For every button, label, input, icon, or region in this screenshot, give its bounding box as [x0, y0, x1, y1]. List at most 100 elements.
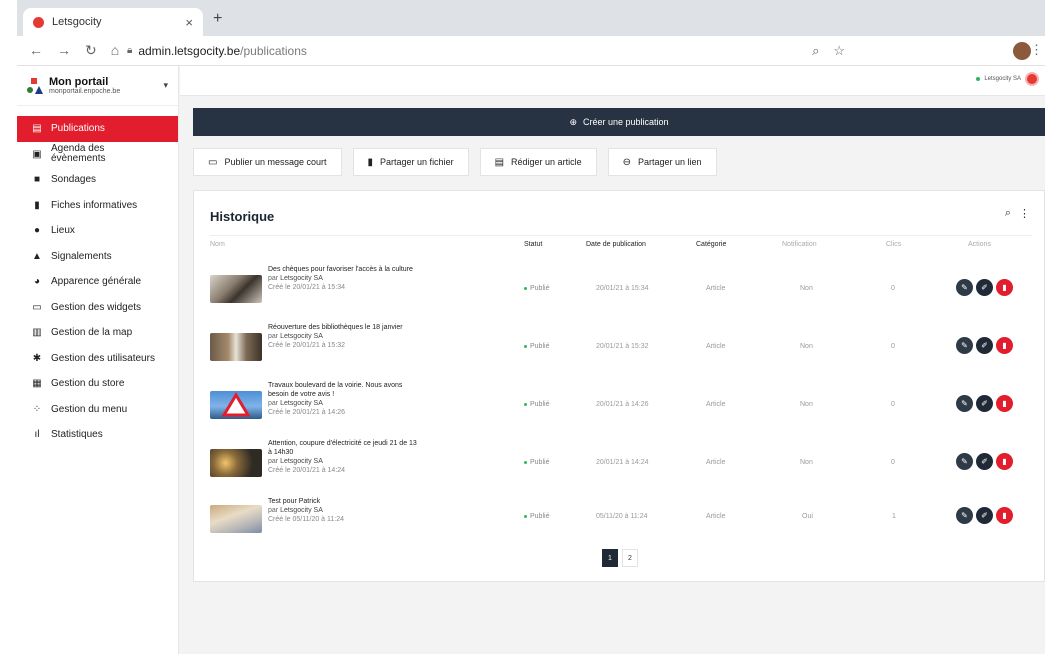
calendar-icon: ▣ — [32, 148, 42, 160]
row-clicks: 0 — [891, 401, 895, 408]
reload-icon[interactable]: ↻ — [85, 42, 97, 59]
create-publication-button[interactable]: ⊕ Créer une publication — [193, 108, 1045, 136]
table-row[interactable]: Des chèques pour favoriser l'accès à la … — [210, 265, 1032, 323]
sidebar-item-agenda[interactable]: ▣ Agenda des évènements — [17, 142, 178, 168]
sidebar-item-label: Apparence générale — [51, 276, 142, 288]
store-icon: ▦ — [32, 378, 42, 390]
pen-button[interactable]: ✐ — [976, 395, 993, 412]
address-bar[interactable]: 🔒︎ admin.letsgocity.be/publications — [127, 44, 812, 58]
sidebar-item-statistiques[interactable]: ıl Statistiques — [17, 422, 178, 448]
table-row[interactable]: Test pour Patrick par Letsgocity SA Créé… — [210, 497, 1032, 555]
share-file-button[interactable]: ▮ Partager un fichier — [352, 148, 469, 176]
table-row[interactable]: Réouverture des bibliothèques le 18 janv… — [210, 323, 1032, 381]
delete-button[interactable]: ▮ — [996, 395, 1013, 412]
row-author-prefix: par — [268, 333, 279, 340]
browser-tabbar: Letsgocity × + — [17, 0, 1045, 36]
sidebar-item-fiches[interactable]: ▮ Fiches informatives — [17, 193, 178, 219]
row-title[interactable]: Attention, coupure d'électricité ce jeud… — [268, 439, 418, 457]
profile-avatar[interactable] — [1013, 42, 1031, 60]
warning-icon: ▲ — [32, 250, 42, 262]
row-author-prefix: par — [268, 400, 279, 407]
sidebar-item-lieux[interactable]: ● Lieux — [17, 218, 178, 244]
sidebar-item-publications[interactable]: ▤ Publications — [17, 116, 178, 142]
delete-button[interactable]: ▮ — [996, 279, 1013, 296]
sidebar-item-menu[interactable]: ⁘ Gestion du menu — [17, 397, 178, 423]
widget-icon: ▭ — [32, 301, 42, 313]
page-1-button[interactable]: 1 — [602, 549, 618, 567]
sidebar-item-store[interactable]: ▦ Gestion du store — [17, 371, 178, 397]
pen-button[interactable]: ✐ — [976, 453, 993, 470]
share-link-button[interactable]: ⊖ Partager un lien — [607, 148, 717, 176]
account-menu[interactable]: Letsgocity SA — [976, 72, 1039, 86]
write-article-button[interactable]: ▤ Rédiger un article — [479, 148, 597, 176]
status-dot-icon — [524, 344, 527, 348]
row-created: Créé le 05/11/20 à 11:24 — [268, 516, 345, 523]
col-category: Catégorie — [696, 241, 727, 248]
article-icon: ▤ — [494, 156, 505, 168]
sidebar-item-label: Signalements — [51, 250, 112, 262]
col-name: Nom — [210, 241, 225, 248]
row-title[interactable]: Réouverture des bibliothèques le 18 janv… — [268, 323, 418, 332]
sidebar-item-widgets[interactable]: ▭ Gestion des widgets — [17, 295, 178, 321]
quick-actions: ▭ Publier un message court ▮ Partager un f… — [193, 148, 717, 176]
row-title[interactable]: Travaux boulevard de la voirie. Nous avo… — [268, 381, 418, 399]
sidebar-item-map[interactable]: ▥ Gestion de la map — [17, 320, 178, 346]
star-icon[interactable]: ☆ — [833, 43, 845, 59]
forward-icon[interactable]: → — [57, 42, 71, 59]
edit-button[interactable]: ✎ — [956, 395, 973, 412]
row-clicks: 0 — [891, 285, 895, 292]
row-title[interactable]: Test pour Patrick — [268, 497, 418, 506]
edit-button[interactable]: ✎ — [956, 337, 973, 354]
status-text: Publié — [530, 285, 550, 292]
chevron-down-icon: ▾ — [163, 80, 168, 90]
thumbnail-image — [210, 505, 262, 533]
publish-message-button[interactable]: ▭ Publier un message court — [193, 148, 342, 176]
row-author: Letsgocity SA — [280, 275, 323, 282]
row-title[interactable]: Des chèques pour favoriser l'accès à la … — [268, 265, 418, 274]
history-title: Historique — [210, 209, 275, 224]
portal-selector[interactable]: Mon portail monportail.enpoche.be ▾ — [17, 66, 178, 106]
browser-menu-icon[interactable]: ⋮ — [1030, 42, 1043, 58]
back-icon[interactable]: ← — [29, 42, 43, 59]
row-clicks: 1 — [892, 513, 896, 520]
more-options-icon[interactable]: ⋮ — [1019, 207, 1030, 220]
portal-name: Mon portail — [49, 76, 109, 88]
status-text: Publié — [530, 459, 550, 466]
row-status: Publié — [524, 401, 549, 408]
table-row[interactable]: Travaux boulevard de la voirie. Nous avo… — [210, 381, 1032, 439]
pen-button[interactable]: ✐ — [976, 507, 993, 524]
action-label: Rédiger un article — [511, 157, 582, 167]
delete-button[interactable]: ▮ — [996, 453, 1013, 470]
table-header: Nom Statut Date de publication Catégorie… — [210, 235, 1032, 253]
page-2-button[interactable]: 2 — [622, 549, 638, 567]
edit-button[interactable]: ✎ — [956, 453, 973, 470]
sidebar-item-label: Sondages — [51, 174, 97, 186]
row-author-prefix: par — [268, 458, 279, 465]
row-status: Publié — [524, 513, 549, 520]
delete-button[interactable]: ▮ — [996, 507, 1013, 524]
sidebar-item-label: Publications — [51, 123, 105, 135]
sidebar-item-apparence[interactable]: ◕ Apparence générale — [17, 269, 178, 295]
sidebar-item-sondages[interactable]: ■ Sondages — [17, 167, 178, 193]
search-icon[interactable]: ⌕ — [1005, 207, 1011, 220]
row-clicks: 0 — [891, 343, 895, 350]
pen-button[interactable]: ✐ — [976, 337, 993, 354]
browser-tab[interactable]: Letsgocity × — [23, 8, 203, 36]
sidebar-item-utilisateurs[interactable]: ✱ Gestion des utilisateurs — [17, 346, 178, 372]
close-tab-icon[interactable]: × — [185, 15, 193, 30]
table-row[interactable]: Attention, coupure d'électricité ce jeud… — [210, 439, 1032, 497]
sidebar-item-label: Gestion du store — [51, 378, 125, 390]
home-icon[interactable]: ⌂ — [111, 42, 119, 59]
pen-button[interactable]: ✐ — [976, 279, 993, 296]
sidebar-item-signalements[interactable]: ▲ Signalements — [17, 244, 178, 270]
sidebar-item-label: Gestion des widgets — [51, 301, 142, 313]
new-tab-button[interactable]: + — [213, 10, 222, 28]
delete-button[interactable]: ▮ — [996, 337, 1013, 354]
status-text: Publié — [530, 513, 550, 520]
edit-button[interactable]: ✎ — [956, 279, 973, 296]
row-author: Letsgocity SA — [280, 333, 323, 340]
status-dot-icon — [524, 514, 527, 518]
edit-button[interactable]: ✎ — [956, 507, 973, 524]
action-label: Publier un message court — [224, 157, 327, 167]
zoom-icon[interactable]: ⌕ — [812, 43, 819, 59]
